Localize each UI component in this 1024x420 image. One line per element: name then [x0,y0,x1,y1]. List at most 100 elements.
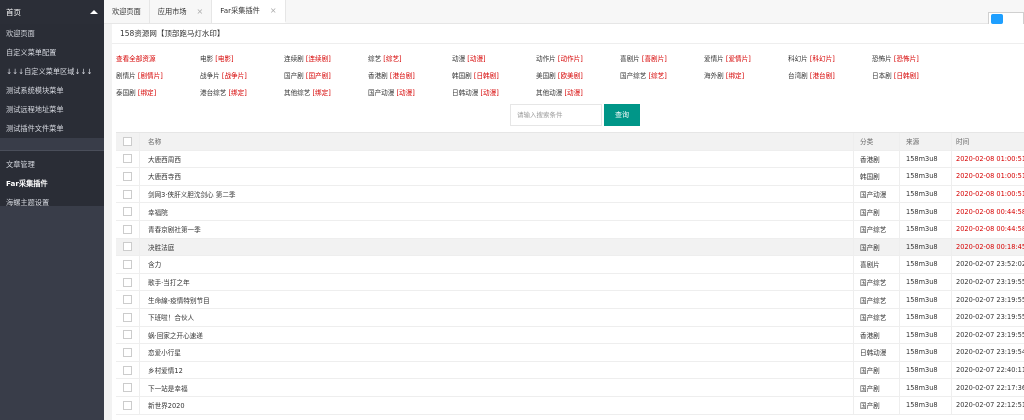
sidebar-item-articles[interactable]: 文章管理 [0,155,104,174]
category-link[interactable]: 动漫 [动漫] [452,53,486,63]
table-row[interactable]: 蜗·回家之开心速递 香港剧 158m3u8 2020-02-07 23:19:55 [116,326,1024,345]
category-link[interactable]: 港台综艺 [绑定] [200,87,247,97]
category-binding-tag: [国产剧] [305,72,331,80]
sidebar-header[interactable]: 首页 [0,0,104,24]
header-category: 分类 [854,133,900,150]
category-link[interactable]: 剧情片 [剧情片] [116,70,163,80]
category-link[interactable]: 泰国剧 [绑定] [116,87,156,97]
category-link[interactable]: 其他动漫 [动漫] [536,87,583,97]
table-row[interactable]: 歌手·当打之年 国产综艺 158m3u8 2020-02-07 23:19:55 [116,273,1024,292]
category-link[interactable]: 国产综艺 [综艺] [620,70,667,80]
category-link[interactable]: 电影 [电影] [200,53,234,63]
cell-category: 日韩动漫 [854,344,900,361]
tab-far-collect[interactable]: Far采集插件 × [212,0,286,23]
row-checkbox[interactable] [123,330,132,340]
caret-up-icon [90,10,98,14]
sidebar-item-test-module[interactable]: 测试系统模块菜单 [0,81,104,100]
row-checkbox-cell [116,203,140,220]
table-row[interactable]: 含力 喜剧片 158m3u8 2020-02-07 23:52:02 [116,256,1024,274]
category-name: 其他综艺 [284,89,311,97]
sidebar-item-far-collect[interactable]: Far采集插件 [0,174,104,193]
category-link[interactable]: 恐怖片 [恐怖片] [872,53,919,63]
tab-welcome[interactable]: 欢迎页面 [104,0,150,23]
row-checkbox[interactable] [123,347,132,357]
category-binding-tag: [日韩剧] [473,72,499,80]
category-name: 泰国剧 [116,89,136,97]
sidebar-item-theme-settings[interactable]: 海螺主题设置 [0,193,104,212]
table-row[interactable]: 幸福院 国产剧 158m3u8 2020-02-08 00:44:58 [116,203,1024,221]
category-link[interactable]: 香港剧 [港台剧] [368,70,415,80]
category-link[interactable]: 海外剧 [绑定] [704,70,744,80]
table-row[interactable]: 乡村爱情12 国产剧 158m3u8 2020-02-07 22:40:11 [116,361,1024,380]
table-row[interactable]: 决胜法庭 国产剧 158m3u8 2020-02-08 00:18:45 [116,238,1024,257]
row-checkbox[interactable] [123,277,132,287]
category-link[interactable]: 战争片 [战争片] [200,70,247,80]
category-link[interactable]: 台湾剧 [港台剧] [788,70,835,80]
search-button[interactable]: 查询 [604,104,640,126]
category-link[interactable]: 科幻片 [科幻片] [788,53,835,63]
sidebar-item-custom-area[interactable]: ↓↓↓自定义菜单区域↓↓↓ [0,62,104,81]
table-row[interactable]: 新世界2020 国产剧 158m3u8 2020-02-07 22:12:51 [116,396,1024,415]
category-link[interactable]: 查看全部资源 [116,53,156,63]
row-checkbox-cell [116,308,140,326]
cell-source: 158m3u8 [900,344,952,361]
sidebar-item-welcome[interactable]: 欢迎页面 [0,24,104,43]
tab-bar: 欢迎页面 应用市场 × Far采集插件 × [104,0,1024,24]
table-row[interactable]: 青春京剧社第一季 国产综艺 158m3u8 2020-02-08 00:44:58 [116,220,1024,239]
row-checkbox[interactable] [123,224,132,234]
sidebar-item-test-remote[interactable]: 测试远程地址菜单 [0,100,104,119]
category-name: 港台综艺 [200,89,227,97]
category-name: 日本剧 [872,72,892,80]
row-checkbox[interactable] [123,189,132,199]
search-input[interactable]: 请输入搜索条件 [510,104,602,126]
cell-time: 2020-02-08 00:18:45 [956,242,1024,251]
category-link[interactable]: 喜剧片 [喜剧片] [620,53,667,63]
cell-category: 国产剧 [854,396,900,414]
row-checkbox[interactable] [123,365,132,375]
category-binding-tag: [战争片] [221,72,247,80]
table-row[interactable]: 剑网3·侠肝义胆沈剑心 第二季 国产动漫 158m3u8 2020-02-08 01:… [116,185,1024,204]
category-name: 海外剧 [704,72,724,80]
table-row[interactable]: 大鹿西周西 香港剧 158m3u8 2020-02-08 01:00:51 [116,150,1024,169]
row-checkbox[interactable] [123,242,132,252]
table-row[interactable]: 生命線-疫情特别节目 国产综艺 158m3u8 2020-02-07 23:19:55 [116,291,1024,309]
table-row[interactable]: 大鹿西寺西 韩国剧 158m3u8 2020-02-08 01:00:51 [116,168,1024,186]
category-name: 日韩动漫 [452,89,479,97]
cell-name: 下班啦！合伙人 [140,308,854,326]
row-checkbox[interactable] [123,171,132,181]
cell-category: 喜剧片 [854,256,900,273]
category-name: 动漫 [452,55,466,63]
category-link[interactable]: 动作片 [动作片] [536,53,583,63]
row-checkbox[interactable] [123,383,132,393]
row-checkbox[interactable] [123,312,132,322]
select-all-checkbox[interactable] [123,136,132,146]
cloud-icon [991,14,1003,24]
sidebar-item-test-plugin[interactable]: 测试插件文件菜单 [0,119,104,138]
category-link[interactable]: 日韩动漫 [动漫] [452,87,499,97]
table-row[interactable]: 下班啦！合伙人 国产综艺 158m3u8 2020-02-07 23:19:55 [116,308,1024,327]
category-binding-tag: [绑定] [725,72,745,80]
category-link[interactable]: 韩国剧 [日韩剧] [452,70,499,80]
table-row[interactable]: 恋爱小行星 日韩动漫 158m3u8 2020-02-07 23:19:54 [116,344,1024,362]
category-link[interactable]: 综艺 [综艺] [368,53,402,63]
close-icon[interactable]: × [197,7,204,16]
sidebar-item-custom-menu[interactable]: 自定义菜单配置 [0,43,104,62]
row-checkbox[interactable] [123,207,132,217]
cell-time: 2020-02-07 23:19:55 [956,330,1024,339]
category-link[interactable]: 日本剧 [日韩剧] [872,70,919,80]
category-link[interactable]: 其他综艺 [绑定] [284,87,331,97]
category-link[interactable]: 连续剧 [连续剧] [284,53,331,63]
category-link[interactable]: 爱情片 [爱情片] [704,53,751,63]
row-checkbox[interactable] [123,295,132,305]
category-link[interactable]: 国产动漫 [动漫] [368,87,415,97]
tab-app-market[interactable]: 应用市场 × [150,0,213,23]
category-link[interactable]: 美国剧 [欧美剧] [536,70,583,80]
row-checkbox[interactable] [123,259,132,269]
cell-category: 国产剧 [854,361,900,379]
table-row[interactable]: 下一站是幸福 国产剧 158m3u8 2020-02-07 22:17:36 [116,379,1024,397]
row-checkbox[interactable] [123,154,132,164]
row-checkbox-cell [116,396,140,414]
row-checkbox[interactable] [123,400,132,410]
category-link[interactable]: 国产剧 [国产剧] [284,70,331,80]
close-icon[interactable]: × [270,6,277,15]
